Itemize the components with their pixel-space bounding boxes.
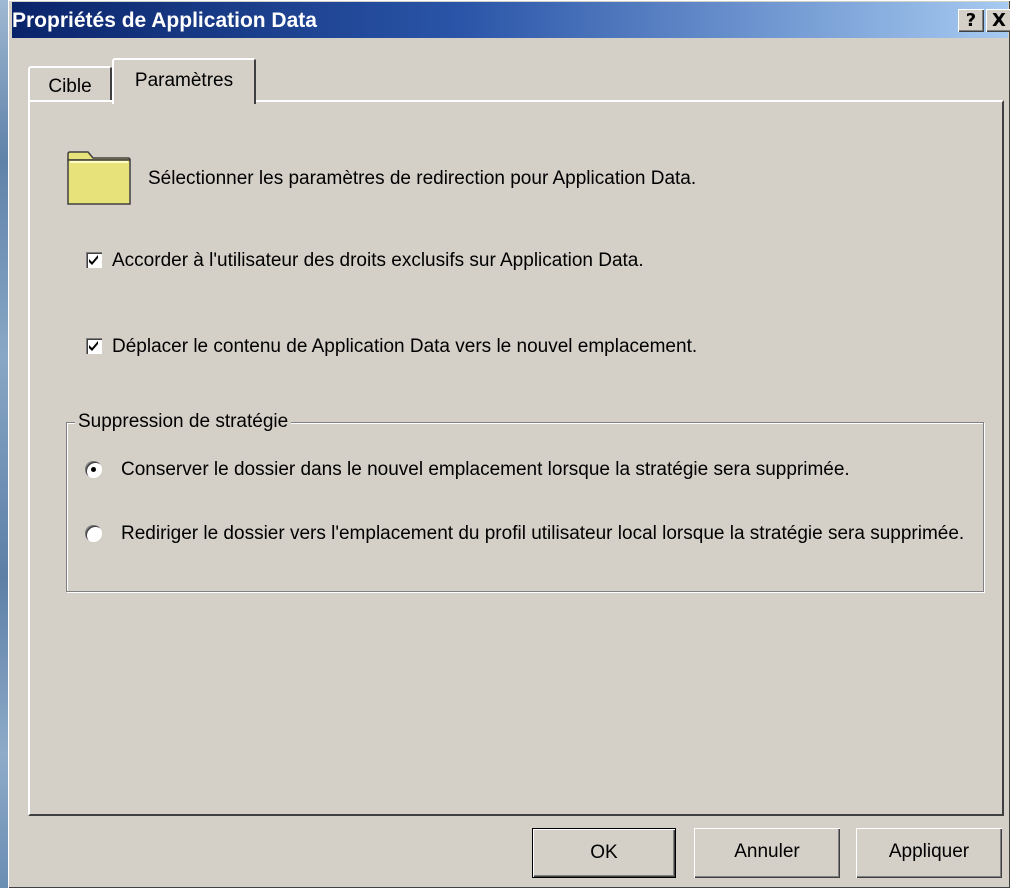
keep-folder-label: Conserver le dossier dans le nouvel empl… [121,459,850,480]
tab-cible[interactable]: Cible [28,66,112,102]
checkmark-icon [89,255,98,265]
intro-text: Sélectionner les paramètres de redirecti… [148,168,697,189]
policy-removal-legend: Suppression de stratégie [75,411,292,433]
exclusive-rights-checkbox[interactable] [86,252,102,268]
settings-panel: Sélectionner les paramètres de redirecti… [28,100,1004,816]
help-icon: ? [965,10,977,31]
cancel-button[interactable]: Annuler [694,828,840,878]
exclusive-rights-option[interactable]: Accorder à l'utilisateur des droits excl… [86,250,644,272]
tab-parametres[interactable]: Paramètres [112,58,256,104]
help-button[interactable]: ? [958,9,984,32]
redirect-local-label: Rediriger le dossier vers l'emplacement … [121,523,965,544]
checkmark-icon [89,341,98,351]
move-contents-checkbox[interactable] [86,338,102,354]
window-title: Propriétés de Application Data [12,9,317,32]
redirect-local-radio[interactable] [85,525,102,542]
move-contents-option[interactable]: Déplacer le contenu de Application Data … [86,336,697,358]
policy-removal-group: Suppression de stratégie Conserver le do… [66,411,984,592]
apply-button[interactable]: Appliquer [856,828,1002,878]
title-bar[interactable]: Propriétés de Application Data ? X [12,2,1010,38]
folder-icon [67,151,131,205]
properties-dialog: Propriétés de Application Data ? X Cible… [8,0,1010,888]
close-icon: X [992,10,1006,31]
redirect-local-option[interactable]: Rediriger le dossier vers l'emplacement … [85,523,965,545]
keep-folder-radio[interactable] [85,461,102,478]
radio-selected-dot [91,467,96,472]
close-button[interactable]: X [986,9,1010,32]
exclusive-rights-label: Accorder à l'utilisateur des droits excl… [112,250,644,271]
keep-folder-option[interactable]: Conserver le dossier dans le nouvel empl… [85,459,850,481]
ok-button[interactable]: OK [532,828,676,878]
move-contents-label: Déplacer le contenu de Application Data … [112,336,698,357]
